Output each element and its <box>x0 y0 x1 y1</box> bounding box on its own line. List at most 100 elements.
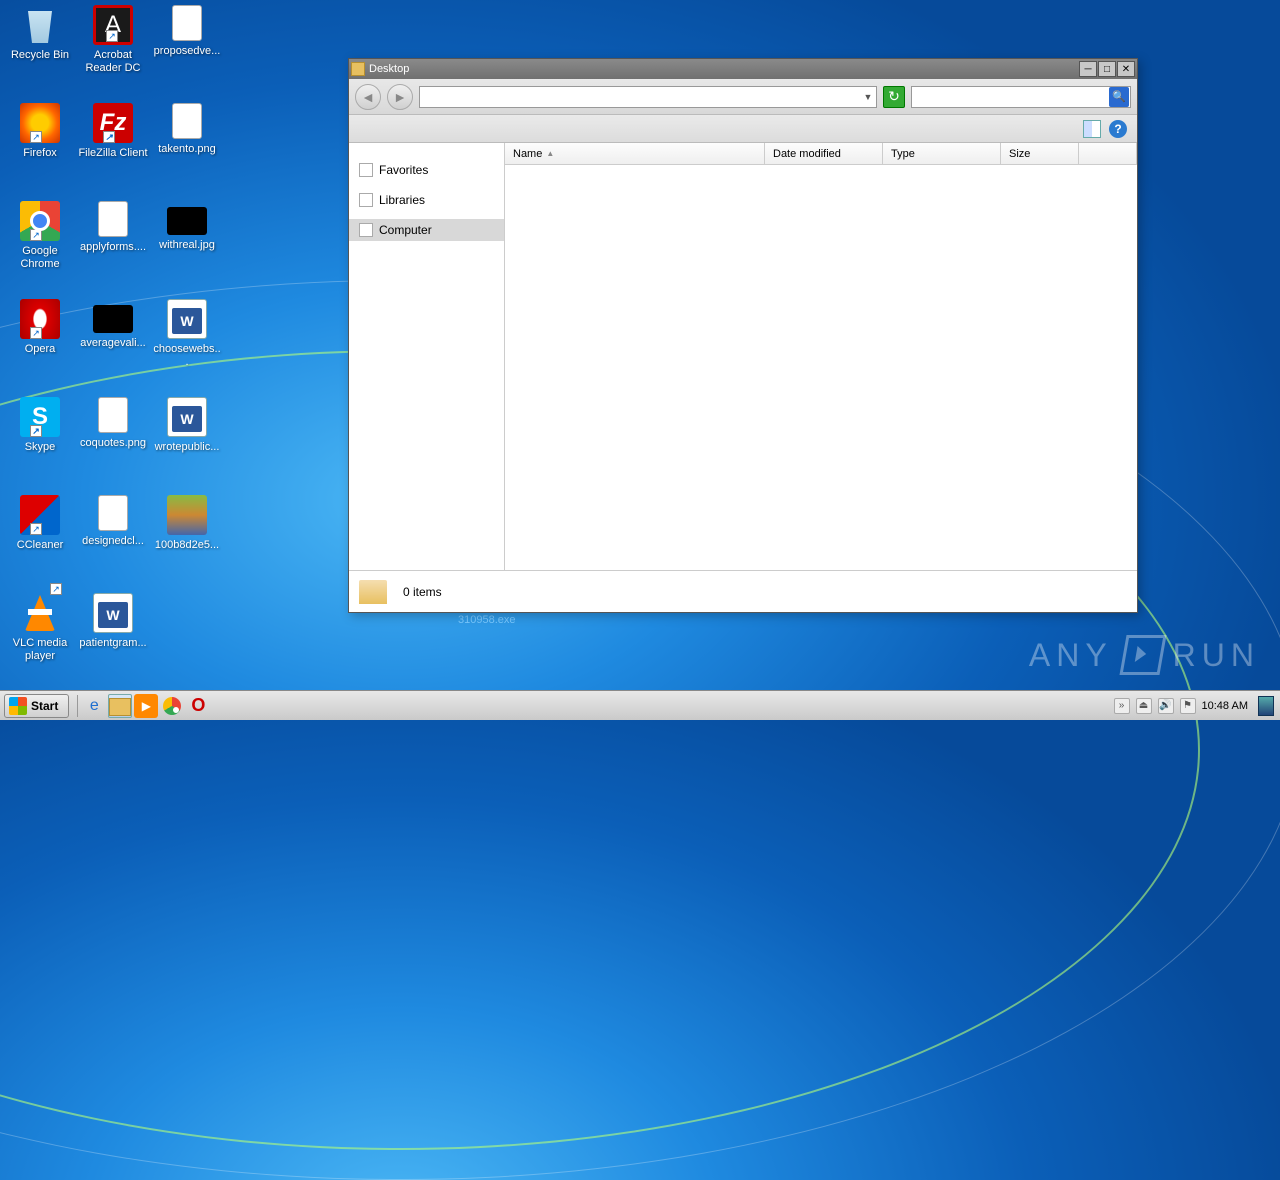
explorer-window: Desktop ─ □ ✕ ◄ ► ▼ ↻ 🔍 ? Favorites Libra… <box>348 58 1138 613</box>
status-bar: 0 items <box>349 570 1137 612</box>
icon-label: Opera <box>5 343 75 356</box>
start-button[interactable]: Start <box>4 694 69 718</box>
desktop-icon-proposedve[interactable]: proposedve... <box>152 5 222 58</box>
media-player-icon[interactable]: ▶ <box>134 694 158 718</box>
show-desktop-button[interactable] <box>1258 696 1274 716</box>
shortcut-arrow-icon: ↗ <box>30 425 42 437</box>
desktop-icon-googlechrome[interactable]: ↗ Google Chrome <box>5 201 75 271</box>
filezilla-icon: Fz↗ <box>93 103 133 143</box>
png-icon <box>172 103 202 139</box>
desktop-icon-patientgram[interactable]: patientgram... <box>78 593 148 650</box>
winrar-icon <box>167 495 207 535</box>
icon-label: withreal.jpg <box>152 239 222 252</box>
desktop-icon-firefox[interactable]: ↗ Firefox <box>5 103 75 160</box>
word-icon <box>167 299 207 339</box>
clock[interactable]: 10:48 AM <box>1202 700 1248 712</box>
icon-label: coquotes.png <box>78 437 148 450</box>
chrome-icon: ↗ <box>20 201 60 241</box>
close-button[interactable]: ✕ <box>1117 61 1135 77</box>
search-input[interactable] <box>912 91 1108 103</box>
shortcut-arrow-icon: ↗ <box>30 131 42 143</box>
refresh-button[interactable]: ↻ <box>883 86 905 108</box>
shortcut-arrow-icon: ↗ <box>30 229 42 241</box>
titlebar[interactable]: Desktop ─ □ ✕ <box>349 59 1137 79</box>
icon-label: Recycle Bin <box>5 49 75 62</box>
orphan-exe-label[interactable]: 310958.exe <box>458 614 516 626</box>
icon-label: proposedve... <box>152 45 222 58</box>
nav-folder-icon <box>359 163 373 177</box>
search-box: 🔍 <box>911 86 1131 108</box>
address-bar[interactable]: ▼ <box>419 86 877 108</box>
maximize-button[interactable]: □ <box>1098 61 1116 77</box>
file-icon <box>98 495 128 531</box>
status-text: 0 items <box>403 585 442 599</box>
desktop-icon-recyclebin[interactable]: Recycle Bin <box>5 5 75 62</box>
icon-label: Firefox <box>5 147 75 160</box>
shortcut-arrow-icon: ↗ <box>30 327 42 339</box>
preview-pane-button[interactable] <box>1083 120 1101 138</box>
black-icon <box>167 207 207 235</box>
ccleaner-icon: ↗ <box>20 495 60 535</box>
search-button[interactable]: 🔍 <box>1109 87 1129 107</box>
vlc-icon: ↗ <box>25 595 55 631</box>
desktop-icon-ccleaner[interactable]: ↗ CCleaner <box>5 495 75 552</box>
icon-label: FileZilla Client <box>78 147 148 160</box>
adobe-icon: A↗ <box>93 5 133 45</box>
nav-item-computer[interactable]: Computer <box>349 219 504 241</box>
opera-taskbar-icon[interactable]: O <box>186 694 210 718</box>
icon-label: patientgram... <box>78 637 148 650</box>
desktop-icon-designedcl[interactable]: designedcl... <box>78 495 148 548</box>
column-header-date-modified[interactable]: Date modified <box>765 143 883 164</box>
desktop-icon-coquotespng[interactable]: coquotes.png <box>78 397 148 450</box>
tray-volume-icon[interactable]: 🔊 <box>1158 698 1174 714</box>
desktop-icon-acrobatreaderdc[interactable]: A↗Acrobat Reader DC <box>78 5 148 75</box>
desktop-icon-wrotepublic[interactable]: wrotepublic... <box>152 397 222 454</box>
nav-label: Libraries <box>379 193 425 207</box>
desktop-icon-opera[interactable]: ↗ Opera <box>5 299 75 356</box>
taskbar: Start e ▶ O » ⏏ 🔊 ⚑ 10:48 AM <box>0 690 1280 720</box>
nav-folder-icon <box>359 193 373 207</box>
ie-icon[interactable]: e <box>82 694 106 718</box>
header-label: Date modified <box>773 148 841 160</box>
chrome-taskbar-icon[interactable] <box>160 694 184 718</box>
icon-label: Google Chrome <box>5 245 75 271</box>
icon-label: applyforms.... <box>78 241 148 254</box>
desktop-icon-100b8d2e5[interactable]: 100b8d2e5... <box>152 495 222 552</box>
address-dropdown-icon[interactable]: ▼ <box>860 92 876 102</box>
icon-label: designedcl... <box>78 535 148 548</box>
black-icon <box>93 305 133 333</box>
header-label: Name <box>513 148 542 160</box>
window-title: Desktop <box>369 63 409 75</box>
desktop-icon-choosewebs[interactable]: choosewebs... <box>152 299 222 369</box>
shortcut-arrow-icon: ↗ <box>106 30 118 42</box>
help-button[interactable]: ? <box>1109 120 1127 138</box>
desktop-icon-filezillaclient[interactable]: Fz↗ FileZilla Client <box>78 103 148 160</box>
system-tray: » ⏏ 🔊 ⚑ 10:48 AM <box>1108 696 1280 716</box>
tray-flag-icon[interactable]: ⚑ <box>1180 698 1196 714</box>
desktop-icon-applyforms[interactable]: applyforms.... <box>78 201 148 254</box>
skype-icon: S↗ <box>20 397 60 437</box>
desktop-icon-takentopng[interactable]: takento.png <box>152 103 222 156</box>
nav-item-libraries[interactable]: Libraries <box>349 189 504 211</box>
back-button[interactable]: ◄ <box>355 84 381 110</box>
forward-button[interactable]: ► <box>387 84 413 110</box>
minimize-button[interactable]: ─ <box>1079 61 1097 77</box>
icon-label: choosewebs... <box>152 343 222 369</box>
opera-icon: ↗ <box>20 299 60 339</box>
column-header-type[interactable]: Type <box>883 143 1001 164</box>
icon-label: CCleaner <box>5 539 75 552</box>
desktop-icon-withrealjpg[interactable]: withreal.jpg <box>152 201 222 252</box>
word-icon <box>93 593 133 633</box>
column-header-size[interactable]: Size <box>1001 143 1079 164</box>
column-header-name[interactable]: Name▲ <box>505 143 765 164</box>
explorer-taskbar-icon[interactable] <box>108 694 132 718</box>
nav-item-favorites[interactable]: Favorites <box>349 159 504 181</box>
tray-expand-icon[interactable]: » <box>1114 698 1130 714</box>
tray-usb-icon[interactable]: ⏏ <box>1136 698 1152 714</box>
desktop-icon-skype[interactable]: S↗Skype <box>5 397 75 454</box>
content-area: Name▲ Date modified TypeSize <box>505 143 1137 570</box>
file-list[interactable] <box>505 165 1137 570</box>
desktop-icon-averagevali[interactable]: averagevali... <box>78 299 148 350</box>
nav-label: Favorites <box>379 163 428 177</box>
desktop-icon-vlcmediaplayer[interactable]: ↗VLC media player <box>5 593 75 663</box>
